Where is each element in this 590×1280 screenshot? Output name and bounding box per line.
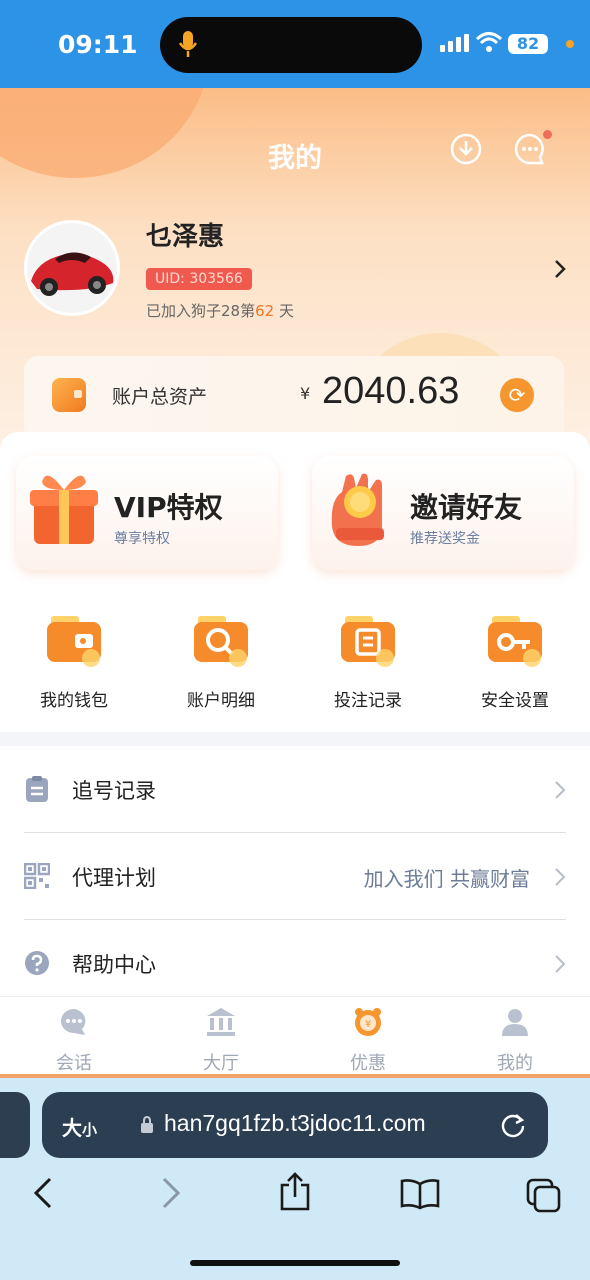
- user-icon: [502, 1009, 528, 1036]
- shortcut-label: 安全设置: [481, 691, 549, 711]
- clipboard-icon: [26, 776, 48, 802]
- menu-label: 帮助中心: [72, 953, 156, 977]
- tab-chat[interactable]: 会话: [14, 1007, 134, 1075]
- invite-subtitle: 推荐送奖金: [410, 531, 480, 547]
- vip-card[interactable]: VIP特权 尊享特权: [16, 456, 278, 570]
- address-bar[interactable]: 大小 han7gq1fzb.t3jdoc11.com: [42, 1092, 548, 1158]
- currency-symbol: ¥: [300, 384, 311, 403]
- tab-mine[interactable]: 我的: [455, 1007, 575, 1075]
- profile-header: 我的 乜泽惠 UID: 303566 已加入狗子28第62 天 账户总资产 ¥ …: [0, 88, 590, 448]
- url-text: han7gq1fzb.t3jdoc11.com: [164, 1110, 426, 1136]
- menu-item-chase-record[interactable]: 追号记录: [24, 746, 566, 832]
- uid-badge: UID: 303566: [146, 268, 252, 290]
- feature-panel: VIP特权 尊享特权 邀请好友 推荐送奖金 我的钱包 账户明细 投注记录 安全设…: [0, 432, 590, 732]
- reload-icon[interactable]: [500, 1112, 526, 1138]
- coin-hand-icon: [331, 473, 384, 546]
- share-icon[interactable]: [278, 1172, 312, 1212]
- chevron-right-icon: [555, 868, 566, 886]
- menu-extra: 加入我们 共赢财富: [363, 867, 530, 891]
- bank-icon: [207, 1008, 235, 1036]
- chevron-right-icon[interactable]: [552, 258, 568, 280]
- dynamic-island: [160, 17, 422, 73]
- privacy-dot: [566, 40, 574, 48]
- tab-bar: 会话 大厅 ¥ 优惠 我的: [0, 996, 590, 1074]
- tab-label: 会话: [56, 1053, 92, 1074]
- text-size-large: 大: [62, 1116, 82, 1140]
- signal-icon: [440, 34, 469, 52]
- join-suffix: 天: [278, 302, 294, 320]
- record-icon: [341, 616, 395, 667]
- wifi-icon: [476, 32, 502, 52]
- shortcut-label: 账户明细: [187, 691, 255, 711]
- refresh-icon[interactable]: ⟳: [500, 378, 534, 412]
- asset-label: 账户总资产: [112, 386, 208, 408]
- menu-item-help-center[interactable]: 帮助中心: [24, 920, 566, 1006]
- download-icon[interactable]: [449, 132, 483, 166]
- invite-title: 邀请好友: [410, 491, 523, 524]
- menu-list: 追号记录 代理计划 加入我们 共赢财富 帮助中心: [0, 746, 590, 996]
- text-size-button[interactable]: 大小: [62, 1112, 97, 1141]
- shortcut-security[interactable]: 安全设置: [455, 614, 575, 711]
- page-title: 我的: [268, 143, 322, 174]
- home-indicator: [190, 1260, 400, 1266]
- battery-indicator: 82: [508, 34, 548, 54]
- previous-tab-preview[interactable]: [0, 1092, 30, 1158]
- bookmarks-icon[interactable]: [400, 1178, 440, 1210]
- menu-item-agent-plan[interactable]: 代理计划 加入我们 共赢财富: [24, 833, 566, 919]
- back-icon[interactable]: [32, 1176, 54, 1210]
- join-days: 62: [255, 302, 275, 320]
- chevron-right-icon: [555, 781, 566, 799]
- tabs-icon[interactable]: [526, 1178, 562, 1214]
- shortcut-bet-record[interactable]: 投注记录: [308, 614, 428, 711]
- vip-title: VIP特权: [114, 491, 223, 524]
- shortcut-account-detail[interactable]: 账户明细: [161, 614, 281, 711]
- join-prefix: 已加入狗子28第: [146, 302, 256, 320]
- wallet-icon: [52, 378, 86, 412]
- tab-promotions[interactable]: ¥ 优惠: [308, 1007, 428, 1075]
- menu-label: 追号记录: [72, 779, 156, 803]
- text-size-small: 小: [82, 1121, 98, 1139]
- key-icon: [488, 616, 542, 667]
- search-icon: [194, 616, 248, 667]
- avatar[interactable]: [24, 220, 120, 316]
- menu-label: 代理计划: [72, 866, 156, 890]
- message-icon[interactable]: [513, 132, 547, 166]
- asset-value: 2040.63: [322, 370, 460, 412]
- tab-label: 大厅: [203, 1053, 239, 1074]
- join-info: 已加入狗子28第62 天: [146, 300, 294, 321]
- tab-label: 我的: [497, 1053, 533, 1074]
- gift-box-icon: [30, 475, 98, 544]
- status-bar: 09:11 82: [0, 0, 590, 88]
- wallet-icon: [47, 616, 101, 667]
- shortcut-label: 我的钱包: [40, 691, 108, 711]
- notification-dot: [543, 130, 552, 139]
- username: 乜泽惠: [146, 222, 225, 252]
- browser-toolbar: 大小 han7gq1fzb.t3jdoc11.com: [0, 1078, 590, 1280]
- svg-text:¥: ¥: [365, 1019, 371, 1030]
- car-avatar-image: [27, 223, 117, 313]
- shortcut-label: 投注记录: [334, 691, 402, 711]
- microphone-icon: [178, 31, 198, 57]
- shortcut-wallet[interactable]: 我的钱包: [14, 614, 134, 711]
- asset-card: 账户总资产 ¥ 2040.63 ⟳: [24, 356, 564, 440]
- tab-lobby[interactable]: 大厅: [161, 1007, 281, 1075]
- invite-card[interactable]: 邀请好友 推荐送奖金: [312, 456, 574, 570]
- lock-icon: [141, 1116, 153, 1133]
- qr-icon: [24, 863, 50, 889]
- help-icon: [25, 951, 49, 975]
- gift-icon: ¥: [355, 1008, 381, 1036]
- vip-subtitle: 尊享特权: [114, 531, 170, 547]
- status-time: 09:11: [58, 30, 138, 59]
- tab-label: 优惠: [350, 1053, 386, 1074]
- forward-icon[interactable]: [160, 1176, 182, 1210]
- chat-icon: [61, 1009, 86, 1035]
- chevron-right-icon: [555, 955, 566, 973]
